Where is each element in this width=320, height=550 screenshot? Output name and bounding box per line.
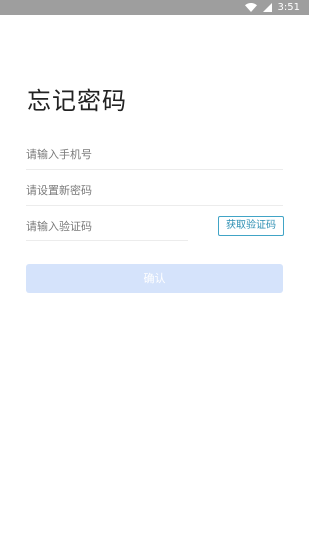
confirm-button[interactable]: 确认 bbox=[26, 264, 283, 293]
new-password-input[interactable] bbox=[26, 178, 283, 202]
status-bar: 3:51 bbox=[0, 0, 309, 15]
password-field-wrapper bbox=[26, 178, 283, 208]
status-time: 3:51 bbox=[277, 2, 300, 13]
verification-code-input[interactable] bbox=[26, 214, 186, 238]
phone-input[interactable] bbox=[26, 142, 283, 166]
page-title: 忘记密码 bbox=[27, 87, 127, 115]
signal-icon bbox=[262, 3, 272, 12]
code-divider bbox=[26, 240, 188, 241]
status-icons: 3:51 bbox=[244, 0, 300, 15]
phone-field-wrapper bbox=[26, 142, 283, 172]
phone-divider bbox=[26, 169, 283, 170]
get-code-button[interactable]: 获取验证码 bbox=[218, 216, 284, 236]
wifi-icon bbox=[244, 3, 257, 12]
password-divider bbox=[26, 205, 283, 206]
